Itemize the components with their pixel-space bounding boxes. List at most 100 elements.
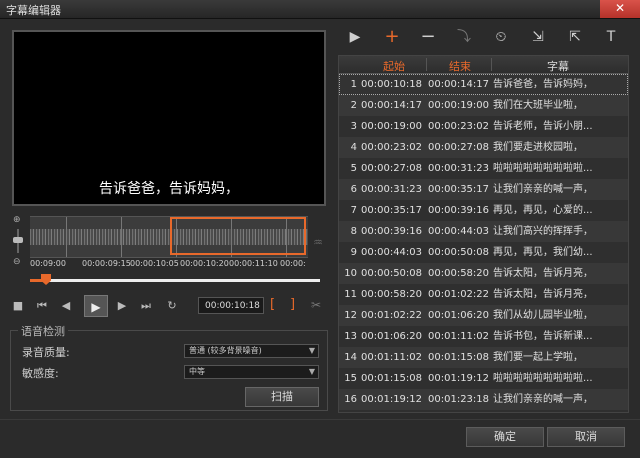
end-time: 00:00:14:17 xyxy=(428,79,490,90)
subtitle-list[interactable]: 起始 结束 字幕 1 00:00:10:18 00:00:14:17 告诉爸爸，告诉妈… xyxy=(338,55,629,413)
end-time: 00:00:58:20 xyxy=(428,268,490,279)
table-row[interactable]: 2 00:00:14:17 00:00:19:00 我们在大班毕业啦， xyxy=(339,95,628,116)
transport-controls: ■ ⏮ ◀ ▶ ▶ ⏭ ↻ 00:00:10:18 [ ] ✂ xyxy=(10,295,330,317)
recording-quality-select[interactable]: 普通 (较多背景噪音) ▼ xyxy=(184,344,319,358)
import-subtitle-icon[interactable]: ⇲ xyxy=(527,26,549,48)
zoom-thumb[interactable] xyxy=(13,237,23,243)
row-number: 6 xyxy=(350,184,357,195)
scrubber-track[interactable] xyxy=(30,279,320,282)
merge-subtitle-icon[interactable]: ⤵ xyxy=(453,26,475,48)
start-time: 00:01:11:02 xyxy=(361,352,423,363)
start-column-header[interactable]: 起始 xyxy=(383,58,405,74)
timecode-field[interactable]: 00:00:10:18 xyxy=(198,297,264,314)
table-row[interactable]: 17 00:01:23:18 00:01:27:16 再见，再见，心爱的... xyxy=(339,410,628,412)
time-offset-icon[interactable]: ⏲ xyxy=(490,26,512,48)
split-scissors-icon[interactable]: ✂ xyxy=(311,298,321,312)
table-row[interactable]: 8 00:00:39:16 00:00:44:03 让我们高兴的挥挥手， xyxy=(339,221,628,242)
close-button[interactable]: ✕ xyxy=(600,0,640,18)
table-row[interactable]: 15 00:01:15:08 00:01:19:12 啦啦啦啦啦啦啦啦啦... xyxy=(339,368,628,389)
row-number: 16 xyxy=(344,394,357,405)
audio-waveform[interactable] xyxy=(30,216,308,258)
column-divider xyxy=(426,58,427,71)
mark-in-button[interactable]: [ xyxy=(270,297,275,312)
subtitle-toolbar: ▶ + − ⤵ ⏲ ⇲ ⇱ T xyxy=(338,24,628,50)
table-row[interactable]: 1 00:00:10:18 00:00:14:17 告诉爸爸，告诉妈妈， xyxy=(339,74,628,95)
table-row[interactable]: 5 00:00:27:08 00:00:31:23 啦啦啦啦啦啦啦啦啦... xyxy=(339,158,628,179)
subtitle-text: 再见，再见，心爱的... xyxy=(493,410,625,412)
start-time: 00:00:27:08 xyxy=(361,163,423,174)
table-row[interactable]: 6 00:00:31:23 00:00:35:17 让我们亲亲的喊一声， xyxy=(339,179,628,200)
table-row[interactable]: 4 00:00:23:02 00:00:27:08 我们要走进校园啦， xyxy=(339,137,628,158)
sensitivity-value: 中等 xyxy=(189,367,205,376)
go-to-end-icon[interactable]: ⏭ xyxy=(138,298,154,314)
text-options-icon[interactable]: T xyxy=(600,26,622,48)
sensitivity-select[interactable]: 中等 ▼ xyxy=(184,365,319,379)
end-time: 00:00:44:03 xyxy=(428,226,490,237)
play-button[interactable]: ▶ xyxy=(84,295,108,317)
row-number: 12 xyxy=(344,310,357,321)
go-to-start-icon[interactable]: ⏮ xyxy=(34,298,50,314)
scan-button[interactable]: 扫描 xyxy=(245,387,319,407)
subtitle-column-header[interactable]: 字幕 xyxy=(547,58,569,74)
row-number: 9 xyxy=(350,247,357,258)
table-row[interactable]: 16 00:01:19:12 00:01:23:18 让我们亲亲的喊一声， xyxy=(339,389,628,410)
subtitle-text: 告诉书包，告诉新课... xyxy=(493,331,593,342)
row-number: 3 xyxy=(350,121,357,132)
table-row[interactable]: 14 00:01:11:02 00:01:15:08 我们要一起上学啦， xyxy=(339,347,628,368)
stop-icon[interactable]: ■ xyxy=(10,298,26,314)
end-time: 00:00:27:08 xyxy=(428,142,490,153)
waveform-selection[interactable] xyxy=(170,217,306,255)
end-time: 00:00:39:16 xyxy=(428,205,490,216)
play-subtitle-icon[interactable]: ▶ xyxy=(344,26,366,48)
time-ruler: 00:09:00 00:00:09:15 00:00:10:05 00:00:1… xyxy=(30,258,308,270)
subtitle-text: 我们从幼儿园毕业啦， xyxy=(493,310,593,321)
row-number: 13 xyxy=(344,331,357,342)
zoom-in-icon[interactable]: ⊕ xyxy=(13,215,23,225)
subtitle-text: 让我们亲亲的喊一声， xyxy=(493,184,593,195)
export-subtitle-icon[interactable]: ⇱ xyxy=(564,26,586,48)
row-number: 14 xyxy=(344,352,357,363)
mark-out-button[interactable]: ] xyxy=(290,297,295,312)
table-row[interactable]: 11 00:00:58:20 00:01:02:22 告诉太阳，告诉月亮， xyxy=(339,284,628,305)
add-subtitle-icon[interactable]: + xyxy=(381,26,403,48)
ok-button[interactable]: 确定 xyxy=(466,427,544,447)
video-preview: 告诉爸爸，告诉妈妈， xyxy=(12,30,326,206)
table-row[interactable]: 12 00:01:02:22 00:01:06:20 我们从幼儿园毕业啦， xyxy=(339,305,628,326)
chevron-down-icon: ▼ xyxy=(308,367,315,376)
next-frame-icon[interactable]: ▶ xyxy=(114,298,130,314)
ruler-label: 00:00:10:05 xyxy=(130,259,179,268)
table-row[interactable]: 3 00:00:19:00 00:00:23:02 告诉老师，告诉小朋... xyxy=(339,116,628,137)
table-row[interactable]: 13 00:01:06:20 00:01:11:02 告诉书包，告诉新课... xyxy=(339,326,628,347)
start-time: 00:00:14:17 xyxy=(361,100,423,111)
table-row[interactable]: 9 00:00:44:03 00:00:50:08 再见，再见，我们幼... xyxy=(339,242,628,263)
zoom-slider[interactable]: ⊕ ⊖ xyxy=(12,215,26,267)
end-column-header[interactable]: 结束 xyxy=(449,58,471,74)
subtitle-text: 啦啦啦啦啦啦啦啦啦... xyxy=(493,373,593,384)
zoom-out-icon[interactable]: ⊖ xyxy=(13,257,23,267)
subtitle-text: 我们要一起上学啦， xyxy=(493,352,583,363)
subtitle-text: 再见，再见，心爱的... xyxy=(493,205,593,216)
chevron-down-icon: ▼ xyxy=(308,346,315,355)
playback-scrubber[interactable] xyxy=(30,274,320,285)
row-number: 2 xyxy=(350,100,357,111)
remove-subtitle-icon[interactable]: − xyxy=(417,26,439,48)
table-row[interactable]: 7 00:00:35:17 00:00:39:16 再见，再见，心爱的... xyxy=(339,200,628,221)
row-number: 11 xyxy=(344,289,357,300)
previous-frame-icon[interactable]: ◀ xyxy=(58,298,74,314)
start-time: 00:00:23:02 xyxy=(361,142,423,153)
ruler-label: 00:00:10:20 xyxy=(180,259,229,268)
repeat-icon[interactable]: ↻ xyxy=(164,298,180,314)
start-time: 00:00:39:16 xyxy=(361,226,423,237)
start-time: 00:00:10:18 xyxy=(361,79,423,90)
cancel-button[interactable]: 取消 xyxy=(547,427,625,447)
end-time: 00:01:27:16 xyxy=(428,410,489,412)
end-time: 00:00:50:08 xyxy=(428,247,490,258)
end-time: 00:01:02:22 xyxy=(428,289,490,300)
end-time: 00:01:11:02 xyxy=(428,331,490,342)
voice-detection-label: 语音检测 xyxy=(18,323,68,339)
recording-quality-value: 普通 (较多背景噪音) xyxy=(189,346,262,355)
row-number: 10 xyxy=(344,268,357,279)
playhead-handle[interactable] xyxy=(41,274,51,285)
table-row[interactable]: 10 00:00:50:08 00:00:58:20 告诉太阳，告诉月亮， xyxy=(339,263,628,284)
ruler-label: 00:00:11:10 xyxy=(229,259,278,268)
